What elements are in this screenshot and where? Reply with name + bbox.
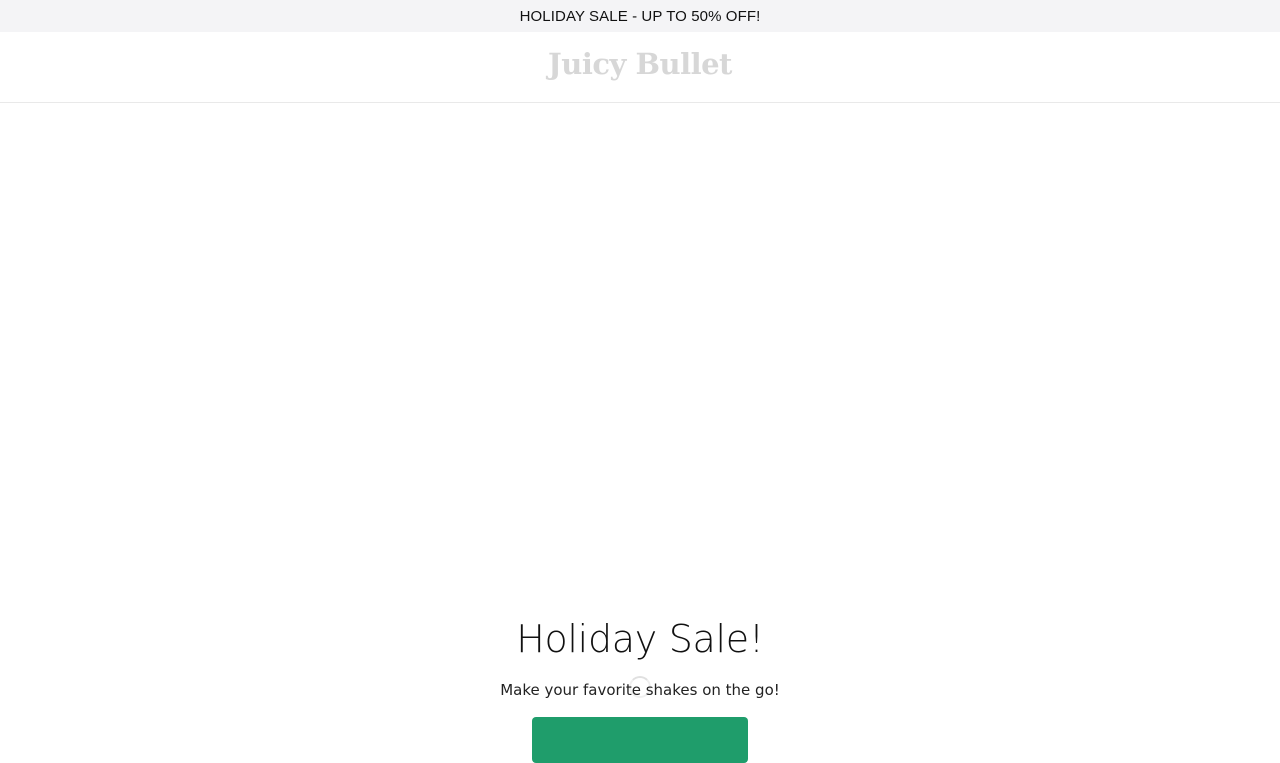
site-header: Juicy Bullet (0, 32, 1280, 103)
loading-spinner-icon (629, 676, 651, 698)
hero-title: Holiday Sale! (516, 617, 764, 661)
hero-cta-button[interactable] (532, 717, 748, 763)
hero-image (0, 103, 1280, 603)
announcement-text: HOLIDAY SALE - UP TO 50% OFF! (519, 7, 761, 25)
site-logo[interactable]: Juicy Bullet (548, 47, 732, 81)
hero-section: Holiday Sale! Make your favorite shakes … (0, 103, 1280, 763)
announcement-bar: HOLIDAY SALE - UP TO 50% OFF! (0, 0, 1280, 32)
